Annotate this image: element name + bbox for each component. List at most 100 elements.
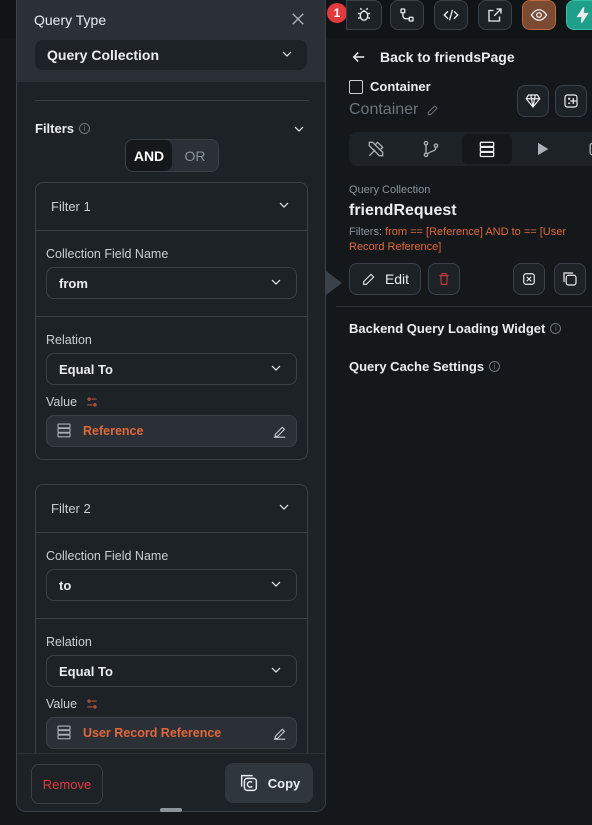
- value-text: Reference: [83, 424, 144, 438]
- external-link-icon[interactable]: [478, 0, 512, 30]
- resize-handle[interactable]: [160, 808, 182, 812]
- query-collection-label: Query Collection: [349, 184, 431, 196]
- relation-select[interactable]: Equal To: [46, 353, 297, 385]
- more-icon: [589, 142, 592, 156]
- variable-settings-icon[interactable]: [85, 697, 99, 711]
- chevron-down-icon: [268, 576, 284, 595]
- tab-more[interactable]: [571, 134, 592, 164]
- delete-query-button[interactable]: [428, 263, 460, 295]
- add-widget-icon[interactable]: [555, 85, 587, 117]
- tab-animations[interactable]: [517, 134, 567, 164]
- and-option[interactable]: AND: [126, 140, 172, 171]
- info-icon[interactable]: i: [79, 123, 91, 134]
- query-collection-name: friendRequest: [349, 202, 457, 219]
- collapse-filters-icon[interactable]: [291, 121, 307, 142]
- relation-section: Relation Equal To Value Reference: [36, 317, 307, 459]
- bug-icon[interactable]: [346, 0, 382, 30]
- field-name-value: from: [59, 275, 88, 291]
- value-field[interactable]: Reference: [46, 415, 297, 447]
- query-panel-footer: Remove Copy: [17, 753, 325, 811]
- notification-badge[interactable]: 1: [327, 3, 347, 23]
- edit-label: Edit: [384, 271, 410, 287]
- filters-label: Filters: [35, 121, 75, 136]
- value-header: Value: [46, 395, 297, 409]
- property-tabs: [349, 132, 592, 166]
- widget-name-row[interactable]: Container: [349, 101, 440, 119]
- tab-actions[interactable]: [406, 134, 456, 164]
- edit-value-icon[interactable]: [271, 725, 288, 745]
- chevron-down-icon: [276, 197, 292, 216]
- field-name-select[interactable]: to: [46, 569, 297, 601]
- back-link[interactable]: Back to friendsPage: [350, 48, 515, 66]
- play-icon: [538, 142, 549, 156]
- database-icon: [55, 723, 73, 744]
- query-type-select[interactable]: Query Collection: [35, 40, 307, 70]
- container-checkbox[interactable]: [349, 79, 363, 94]
- backend-loading-row[interactable]: Backend Query Loading Widget i: [349, 321, 562, 336]
- field-name-label: Collection Field Name: [46, 549, 169, 563]
- tab-backend-query[interactable]: [462, 134, 512, 164]
- pencil-icon: [363, 273, 375, 285]
- widget-name: Container: [349, 101, 419, 118]
- trash-icon: [439, 273, 449, 285]
- cache-settings-label: Query Cache Settings: [349, 359, 485, 374]
- preview-eye-icon[interactable]: [522, 0, 556, 30]
- back-label: Back to friendsPage: [380, 49, 515, 65]
- popover-pointer: [326, 271, 342, 295]
- branch-icon[interactable]: [390, 0, 424, 30]
- relation-select[interactable]: Equal To: [46, 655, 297, 687]
- variable-settings-icon[interactable]: [85, 395, 99, 409]
- chevron-down-icon: [268, 662, 284, 681]
- copy-icon: [240, 774, 257, 792]
- relation-value: Equal To: [59, 361, 113, 377]
- remove-button[interactable]: Remove: [31, 764, 103, 804]
- value-field[interactable]: User Record Reference: [46, 717, 297, 749]
- or-option[interactable]: OR: [172, 140, 218, 171]
- diamond-icon[interactable]: [517, 85, 549, 117]
- chevron-down-icon: [268, 360, 284, 379]
- query-type-panel: Query Type Query Collection Filters i AN…: [16, 0, 326, 812]
- edit-query-button[interactable]: Edit: [349, 263, 421, 295]
- edit-value-icon[interactable]: [271, 423, 288, 443]
- value-header: Value: [46, 697, 297, 711]
- query-type-header: Query Type Query Collection: [17, 0, 325, 82]
- filter-header[interactable]: Filter 2: [36, 485, 307, 533]
- widget-type: Container: [370, 79, 431, 94]
- divider: [35, 100, 309, 101]
- field-name-select[interactable]: from: [46, 267, 297, 299]
- relation-value: Equal To: [59, 663, 113, 679]
- close-icon[interactable]: [289, 10, 307, 28]
- rename-pencil-icon[interactable]: [426, 103, 440, 117]
- filter-header[interactable]: Filter 1: [36, 183, 307, 231]
- copy-query-icon[interactable]: [554, 263, 586, 295]
- cache-settings-row[interactable]: Query Cache Settings i: [349, 359, 501, 374]
- and-or-toggle: AND OR: [125, 139, 219, 172]
- filter-card: Filter 2 Collection Field Name to Relati…: [35, 484, 308, 764]
- relation-label: Relation: [46, 333, 92, 347]
- value-label: Value: [46, 697, 78, 711]
- code-icon[interactable]: [434, 0, 468, 30]
- filter-title: Filter 1: [51, 199, 91, 214]
- copy-button[interactable]: Copy: [225, 763, 313, 803]
- info-icon[interactable]: i: [489, 361, 501, 372]
- relation-label: Relation: [46, 635, 92, 649]
- value-text: User Record Reference: [83, 726, 222, 740]
- filter-title: Filter 2: [51, 501, 91, 516]
- section-divider: [336, 306, 592, 307]
- info-icon[interactable]: i: [550, 323, 562, 334]
- clear-query-icon[interactable]: [513, 263, 545, 295]
- properties-panel: Back to friendsPage Container Container: [336, 38, 592, 825]
- value-label: Value: [46, 395, 78, 409]
- chevron-down-icon: [279, 46, 295, 65]
- app-root: 1 Back to friendsPage Container Containe…: [0, 0, 592, 825]
- tools-icon: [368, 141, 384, 157]
- chevron-down-icon: [268, 274, 284, 293]
- run-lightning-icon[interactable]: [566, 0, 592, 30]
- database-icon: [55, 421, 73, 442]
- widget-type-row: Container: [349, 79, 431, 94]
- query-type-title: Query Type: [34, 12, 107, 28]
- filters-value: from == [Reference] AND to == [User Reco…: [349, 226, 567, 253]
- field-name-label: Collection Field Name: [46, 247, 169, 261]
- tab-properties[interactable]: [351, 134, 401, 164]
- arrow-left-icon: [352, 51, 365, 63]
